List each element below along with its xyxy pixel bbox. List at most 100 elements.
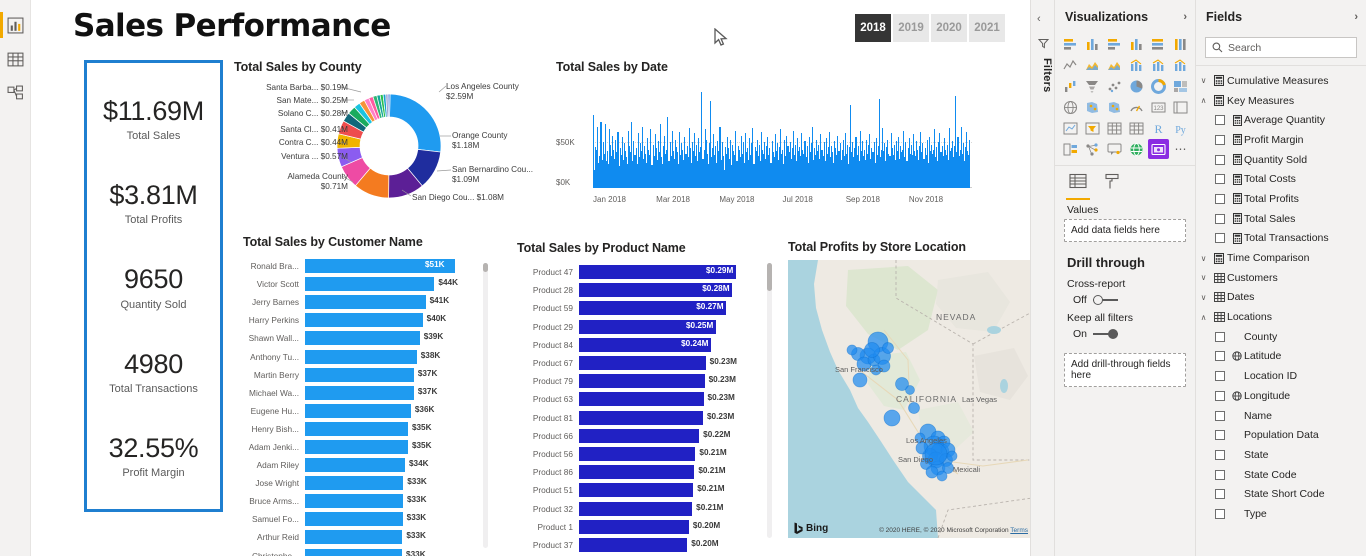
visualization-type-gallery[interactable]: 123 R Py ⋯ [1055, 32, 1195, 166]
field-row-longitude[interactable]: Longitude [1196, 386, 1366, 406]
bar[interactable] [305, 277, 435, 292]
viz-type-r-script-visual[interactable]: R [1148, 118, 1169, 138]
viz-type-stacked-area-chart[interactable] [1104, 55, 1125, 75]
bar[interactable] [579, 465, 695, 480]
data-view-button[interactable] [0, 42, 31, 76]
fields-search-box[interactable]: Search [1205, 37, 1357, 58]
bar-chart-row[interactable]: Product 84 $0.24M [517, 336, 775, 354]
bar-chart-row[interactable]: Harry Perkins $40K [243, 311, 491, 329]
bar-chart-row[interactable]: Product 81 $0.23M [517, 409, 775, 427]
chevron-down-icon[interactable]: ∨ [1196, 254, 1211, 263]
kpi-multi-row-card[interactable]: $11.69M Total Sales $3.81M Total Profits… [84, 60, 223, 512]
cross-report-toggle-row[interactable]: Off [1055, 292, 1195, 308]
field-checkbox[interactable] [1215, 489, 1225, 500]
bar-chart-row[interactable]: Product 66 $0.22M [517, 427, 775, 445]
bar-chart-row[interactable]: Product 28 $0.28M [517, 281, 775, 299]
donut-slice[interactable] [387, 93, 391, 118]
viz-type-ribbon-chart[interactable] [1170, 55, 1191, 75]
viz-type-decomposition-tree[interactable] [1082, 139, 1103, 159]
viz-type-waterfall-chart[interactable] [1060, 76, 1081, 96]
bar[interactable] [305, 530, 403, 545]
viz-type-paginated-report[interactable] [1148, 139, 1169, 159]
bar-chart-row[interactable]: Bruce Arms... $33K [243, 492, 491, 510]
bar[interactable] [305, 295, 426, 310]
bar[interactable] [579, 428, 700, 443]
viz-type-stacked-bar-chart[interactable] [1060, 34, 1081, 54]
viz-type-map[interactable] [1060, 97, 1081, 117]
viz-type-multi-row-card[interactable]: 123 [1148, 97, 1169, 117]
bar-chart-row[interactable]: Jerry Barnes $41K [243, 293, 491, 311]
field-checkbox[interactable] [1215, 233, 1225, 244]
bar[interactable] [305, 349, 417, 364]
year-slicer[interactable]: 2018 2019 2020 2021 [855, 14, 1005, 42]
bar-chart-row[interactable]: Martin Berry $37K [243, 366, 491, 384]
fields-tree[interactable]: ∨ Cumulative Measures ∧ Key Measures Average… [1196, 65, 1366, 524]
bar-chart-row[interactable]: Ronald Bra... $51K [243, 257, 491, 275]
viz-type-stacked-column-chart[interactable] [1082, 34, 1103, 54]
chevron-down-icon[interactable]: ∨ [1196, 293, 1211, 302]
field-checkbox[interactable] [1215, 390, 1225, 401]
bar-chart-row[interactable]: Product 79 $0.23M [517, 372, 775, 390]
donut-chart[interactable]: Los Angeles County $2.59M Orange County $1.… [234, 78, 544, 218]
field-row-total-sales[interactable]: Total Sales [1196, 209, 1366, 229]
filters-pane-collapsed[interactable]: ‹ Filters [1030, 0, 1054, 556]
bar-chart-row[interactable]: Product 1 $0.20M [517, 518, 775, 536]
map-terms-link[interactable]: Terms [1010, 527, 1028, 534]
field-checkbox[interactable] [1215, 469, 1225, 480]
bar-chart-row[interactable]: Jose Wright $33K [243, 474, 491, 492]
bar-chart-row[interactable]: Product 37 $0.20M [517, 536, 775, 554]
date-plot[interactable]: $50K $0K Jan 2018 Mar 2018 May 2018 Jul … [556, 86, 976, 204]
bar[interactable] [579, 483, 694, 498]
bar[interactable] [305, 458, 405, 473]
field-checkbox[interactable] [1215, 213, 1225, 224]
bar-chart-row[interactable]: Adam Jenki... $35K [243, 438, 491, 456]
bar[interactable] [305, 476, 404, 491]
visual-total-sales-by-date[interactable]: Total Sales by Date $50K $0K Jan 2018 Ma… [556, 60, 976, 225]
bar[interactable] [579, 356, 706, 371]
viz-type-line-clustered-column-chart[interactable] [1148, 55, 1169, 75]
field-row-profit-margin[interactable]: Profit Margin [1196, 130, 1366, 150]
report-view-button[interactable] [0, 8, 31, 42]
slicer-option-2018[interactable]: 2018 [855, 14, 891, 42]
viz-type-filled-map[interactable] [1082, 97, 1103, 117]
viz-type-pct-stacked-bar-chart[interactable] [1148, 34, 1169, 54]
field-row-total-costs[interactable]: Total Costs [1196, 169, 1366, 189]
viz-type-scatter-chart[interactable] [1104, 76, 1125, 96]
bing-logo[interactable]: Bing [794, 522, 828, 534]
chevron-up-icon[interactable]: ∧ [1196, 313, 1211, 322]
field-row-population-data[interactable]: Population Data [1196, 425, 1366, 445]
viz-type-key-influencers[interactable] [1060, 139, 1081, 159]
bar[interactable] [579, 392, 704, 407]
bar-chart-row[interactable]: Shawn Wall... $39K [243, 329, 491, 347]
map-frame[interactable]: NEVADA CALIFORNIA San Francisco Las Vega… [788, 260, 1030, 538]
scrollbar-thumb[interactable] [767, 263, 772, 291]
field-row-total-transactions[interactable]: Total Transactions [1196, 229, 1366, 249]
bar-chart-row[interactable]: Product 47 $0.29M [517, 263, 775, 281]
viz-type-funnel-chart[interactable] [1082, 76, 1103, 96]
field-checkbox[interactable] [1215, 508, 1225, 519]
field-row-time-comparison[interactable]: ∨ Time Comparison [1196, 248, 1366, 268]
viz-type-area-chart[interactable] [1082, 55, 1103, 75]
bar-chart-row[interactable]: Samuel Fo... $33K [243, 510, 491, 528]
bar-chart-row[interactable]: Product 29 $0.25M [517, 318, 775, 336]
viz-type-arcgis-map[interactable] [1126, 139, 1147, 159]
field-row-name[interactable]: Name [1196, 406, 1366, 426]
field-checkbox[interactable] [1215, 154, 1225, 165]
field-row-quantity-sold[interactable]: Quantity Sold [1196, 150, 1366, 170]
viz-type-line-chart[interactable] [1060, 55, 1081, 75]
field-row-location-id[interactable]: Location ID [1196, 366, 1366, 386]
viz-type-clustered-bar-chart[interactable] [1104, 34, 1125, 54]
viz-type-qa-visual[interactable] [1104, 139, 1125, 159]
bar[interactable] [305, 421, 408, 436]
viz-type-donut-chart[interactable] [1148, 76, 1169, 96]
field-row-key-measures[interactable]: ∧ Key Measures [1196, 91, 1366, 111]
customer-chart-scrollbar[interactable] [483, 263, 488, 548]
fields-tab[interactable] [1066, 173, 1090, 200]
bar[interactable] [305, 367, 414, 382]
bar-chart-row[interactable]: Anthony Tu... $38K [243, 347, 491, 365]
field-row-type[interactable]: Type [1196, 504, 1366, 524]
bar-chart-row[interactable]: Product 59 $0.27M [517, 299, 775, 317]
report-canvas[interactable]: Sales Performance 2018 2019 2020 2021 $1… [31, 0, 1030, 556]
bar-chart-row[interactable]: Henry Bish... $35K [243, 420, 491, 438]
field-checkbox[interactable] [1215, 134, 1225, 145]
